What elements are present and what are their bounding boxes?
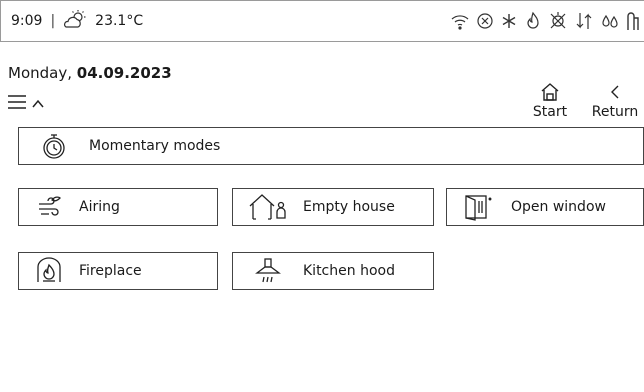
fireplace-tile[interactable]: Fireplace — [18, 252, 218, 290]
clock: 9:09 — [11, 13, 43, 29]
return-label: Return — [591, 104, 639, 120]
kitchen-hood-label: Kitchen hood — [303, 263, 395, 279]
airing-label: Airing — [79, 199, 120, 215]
empty-house-label: Empty house — [303, 199, 395, 215]
status-left: 9:09 | 23.1°C — [11, 9, 143, 33]
airflow-icon — [574, 11, 594, 31]
start-label: Start — [532, 104, 568, 120]
airing-tile[interactable]: Airing — [18, 188, 218, 226]
empty-house-tile[interactable]: Empty house — [232, 188, 434, 226]
sun-cloud-icon — [63, 9, 87, 33]
chevron-left-icon — [586, 82, 644, 102]
wind-leaf-icon — [19, 194, 79, 220]
filter-icon — [626, 10, 640, 32]
fire-icon — [524, 11, 542, 31]
return-button[interactable]: Return — [586, 82, 644, 122]
start-button[interactable]: Start — [524, 82, 576, 122]
current-date: Monday, 04.09.2023 — [8, 64, 172, 82]
empty-house-icon — [233, 193, 303, 221]
status-separator: | — [50, 13, 56, 29]
humidity-icon — [600, 11, 620, 31]
wifi-icon — [450, 11, 470, 31]
date-value: 04.09.2023 — [76, 64, 172, 82]
hamburger-icon — [8, 94, 26, 113]
snowflake-icon — [500, 11, 518, 31]
open-window-tile[interactable]: Open window — [446, 188, 644, 226]
kitchen-hood-icon — [233, 257, 303, 285]
open-window-label: Open window — [511, 199, 606, 215]
momentary-modes-tile[interactable]: Momentary modes — [18, 127, 644, 165]
status-icons — [450, 10, 640, 32]
chevron-up-icon — [32, 94, 44, 113]
fireplace-icon — [19, 257, 79, 285]
home-icon — [524, 82, 576, 102]
status-bar: 9:09 | 23.1°C — [0, 0, 644, 42]
error-circle-icon — [476, 11, 494, 31]
open-window-icon — [447, 193, 511, 221]
menu-button[interactable] — [8, 92, 46, 114]
weekday: Monday, — [8, 64, 72, 82]
fireplace-label: Fireplace — [79, 263, 142, 279]
momentary-modes-label: Momentary modes — [89, 138, 221, 154]
stopwatch-icon — [19, 132, 89, 160]
heat-icon — [548, 11, 568, 31]
kitchen-hood-tile[interactable]: Kitchen hood — [232, 252, 434, 290]
outdoor-temperature: 23.1°C — [95, 13, 144, 29]
